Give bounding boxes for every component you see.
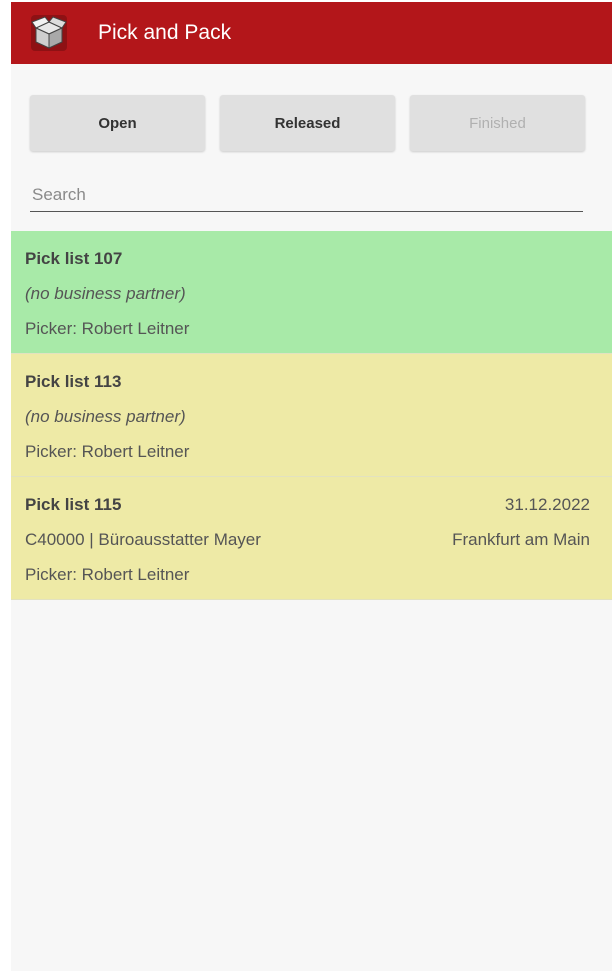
due-date: 31.12.2022 [504, 495, 590, 514]
business-partner: (no business partner) [25, 407, 186, 426]
status-tabs: Open Released Finished [30, 95, 585, 151]
picker-name: Picker: Robert Leitner [25, 442, 190, 461]
pick-list-list: Pick list 107 (no business partner) Pick… [11, 231, 612, 600]
picker-name: Picker: Robert Leitner [25, 565, 190, 584]
business-partner: C40000 | Büroausstatter Mayer [25, 530, 261, 549]
search-input[interactable] [30, 178, 583, 212]
picker-name: Picker: Robert Leitner [25, 319, 190, 338]
delivery-city: Frankfurt am Main [452, 530, 590, 549]
pick-list-item[interactable]: Pick list 113 (no business partner) Pick… [11, 354, 612, 477]
pick-list-title: Pick list 113 [25, 372, 122, 391]
tab-released[interactable]: Released [220, 95, 395, 151]
pick-list-title: Pick list 115 [25, 495, 122, 514]
app-bar: Pick and Pack [11, 2, 612, 64]
tab-finished[interactable]: Finished [410, 95, 585, 151]
tab-open[interactable]: Open [30, 95, 205, 151]
pick-list-item[interactable]: Pick list 107 (no business partner) Pick… [11, 231, 612, 354]
pick-list-title: Pick list 107 [25, 249, 123, 268]
open-box-icon [29, 13, 69, 53]
app-title: Pick and Pack [98, 21, 232, 44]
pick-list-item[interactable]: Pick list 115 31.12.2022 C40000 | Büroau… [11, 477, 612, 600]
business-partner: (no business partner) [25, 284, 186, 303]
app-screen: Pick and Pack Open Released Finished Pic… [11, 2, 612, 971]
